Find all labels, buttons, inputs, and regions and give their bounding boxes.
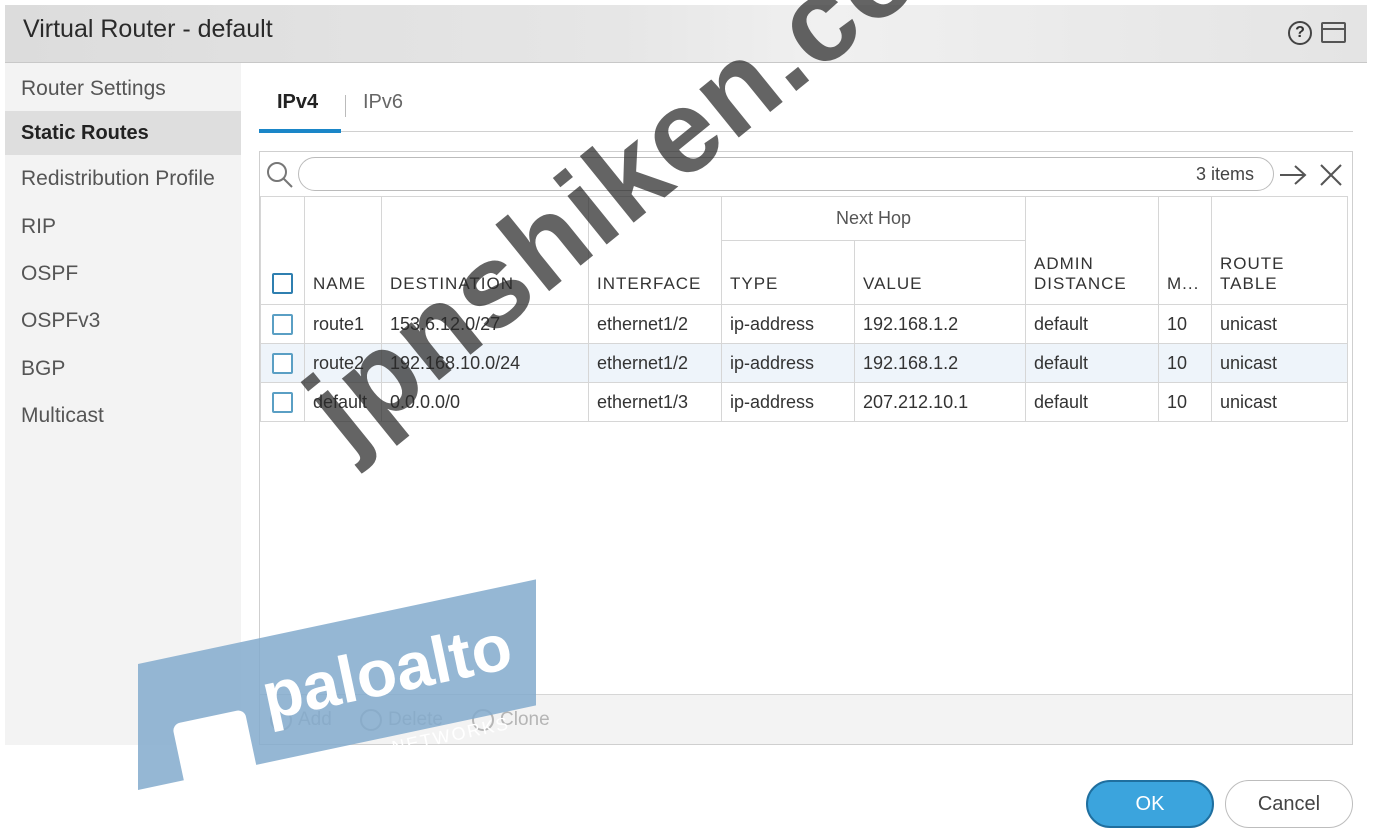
admin-header-line1: ADMIN <box>1034 254 1094 273</box>
routes-grid: 3 items NAME DESTINATION INTERFACE Next … <box>259 151 1353 745</box>
column-header-value[interactable]: VALUE <box>853 240 1027 305</box>
search-icon[interactable] <box>266 161 294 189</box>
route-table-header-line1: ROUTE <box>1220 254 1285 273</box>
cell-admin-distance: default <box>1025 304 1160 344</box>
add-button[interactable]: Add <box>270 709 332 731</box>
column-header-name[interactable]: NAME <box>304 196 382 305</box>
column-header-destination[interactable]: DESTINATION <box>381 196 589 305</box>
column-header-route-table[interactable]: ROUTE TABLE <box>1211 196 1349 305</box>
cell-type: ip-address <box>721 343 855 383</box>
select-all-checkbox[interactable] <box>272 273 293 294</box>
cell-route-table: unicast <box>1211 343 1349 383</box>
delete-icon <box>360 709 382 731</box>
delete-button[interactable]: Delete <box>360 709 443 731</box>
content-panel: IPv4 IPv6 3 items NAME DESTINATION INTER… <box>259 63 1353 745</box>
active-tab-indicator <box>259 129 341 133</box>
delete-label: Delete <box>388 709 443 731</box>
cell-interface: ethernet1/2 <box>588 304 722 344</box>
item-count: 3 items <box>1196 164 1255 184</box>
sidebar-item-router-settings[interactable]: Router Settings <box>5 67 241 111</box>
tab-divider <box>259 131 1353 132</box>
arrow-right-icon[interactable] <box>1278 162 1308 188</box>
sidebar-item-rip[interactable]: RIP <box>5 205 241 249</box>
select-all-header <box>260 196 305 305</box>
cell-metric: 10 <box>1158 382 1213 422</box>
row-select-cell <box>260 343 305 383</box>
cell-metric: 10 <box>1158 343 1213 383</box>
row-select-cell <box>260 304 305 344</box>
cell-name[interactable]: route1 <box>304 304 382 344</box>
sidebar: Router Settings Static Routes Redistribu… <box>5 63 241 745</box>
sidebar-item-multicast[interactable]: Multicast <box>5 394 241 438</box>
column-header-type[interactable]: TYPE <box>721 240 855 305</box>
grid-footer: Add Delete Clone <box>260 694 1352 744</box>
column-header-interface[interactable]: INTERFACE <box>588 196 722 305</box>
ok-button[interactable]: OK <box>1086 780 1214 828</box>
tab-ipv4[interactable]: IPv4 <box>277 91 318 114</box>
sidebar-item-static-routes[interactable]: Static Routes <box>5 111 241 155</box>
cell-type: ip-address <box>721 304 855 344</box>
cell-destination: 153.6.12.0/27 <box>381 304 589 344</box>
route-table-header-line2: TABLE <box>1220 274 1278 293</box>
sidebar-item-ospfv3[interactable]: OSPFv3 <box>5 299 241 343</box>
cell-value: 192.168.1.2 <box>853 343 1027 383</box>
dialog-title: Virtual Router - default <box>23 15 273 43</box>
static-routes-table: NAME DESTINATION INTERFACE Next Hop ADMI… <box>260 196 1349 422</box>
tab-separator <box>345 95 346 117</box>
clone-button[interactable]: Clone <box>472 709 550 731</box>
tab-ipv6[interactable]: IPv6 <box>363 91 403 114</box>
admin-header-line2: DISTANCE <box>1034 274 1127 293</box>
add-icon <box>270 709 292 731</box>
cancel-button[interactable]: Cancel <box>1225 780 1353 828</box>
close-icon[interactable] <box>1318 162 1344 188</box>
cell-value: 207.212.10.1 <box>853 382 1027 422</box>
column-header-metric[interactable]: M... <box>1158 196 1213 305</box>
cell-destination: 192.168.10.0/24 <box>381 343 589 383</box>
clone-label: Clone <box>500 709 550 731</box>
title-bar: Virtual Router - default ? <box>5 5 1367 63</box>
sidebar-item-bgp[interactable]: BGP <box>5 347 241 391</box>
table-row[interactable]: route1 153.6.12.0/27 ethernet1/2 ip-addr… <box>260 304 1349 344</box>
sidebar-item-ospf[interactable]: OSPF <box>5 252 241 296</box>
cell-route-table: unicast <box>1211 304 1349 344</box>
row-checkbox[interactable] <box>272 352 293 374</box>
table-row[interactable]: route2 192.168.10.0/24 ethernet1/2 ip-ad… <box>260 343 1349 383</box>
maximize-icon[interactable] <box>1321 22 1346 43</box>
column-header-admin-distance[interactable]: ADMIN DISTANCE <box>1025 196 1160 305</box>
row-select-cell <box>260 382 305 422</box>
cell-value: 192.168.1.2 <box>853 304 1027 344</box>
row-checkbox[interactable] <box>272 391 293 413</box>
sidebar-item-redistribution-profile[interactable]: Redistribution Profile <box>5 157 241 201</box>
row-checkbox[interactable] <box>272 313 293 335</box>
search-bar: 3 items <box>260 152 1352 196</box>
cell-name[interactable]: default <box>304 382 382 422</box>
cell-admin-distance: default <box>1025 343 1160 383</box>
cell-metric: 10 <box>1158 304 1213 344</box>
virtual-router-dialog: Virtual Router - default ? Router Settin… <box>5 5 1367 745</box>
cell-interface: ethernet1/2 <box>588 343 722 383</box>
cell-destination: 0.0.0.0/0 <box>381 382 589 422</box>
cell-name[interactable]: route2 <box>304 343 382 383</box>
add-label: Add <box>298 709 332 731</box>
cell-type: ip-address <box>721 382 855 422</box>
cell-route-table: unicast <box>1211 382 1349 422</box>
clone-icon <box>472 709 494 731</box>
search-input[interactable] <box>298 157 1274 191</box>
table-row[interactable]: default 0.0.0.0/0 ethernet1/3 ip-address… <box>260 382 1349 422</box>
cell-admin-distance: default <box>1025 382 1160 422</box>
help-icon[interactable]: ? <box>1288 21 1312 45</box>
cell-interface: ethernet1/3 <box>588 382 722 422</box>
column-group-next-hop: Next Hop <box>720 196 1027 241</box>
